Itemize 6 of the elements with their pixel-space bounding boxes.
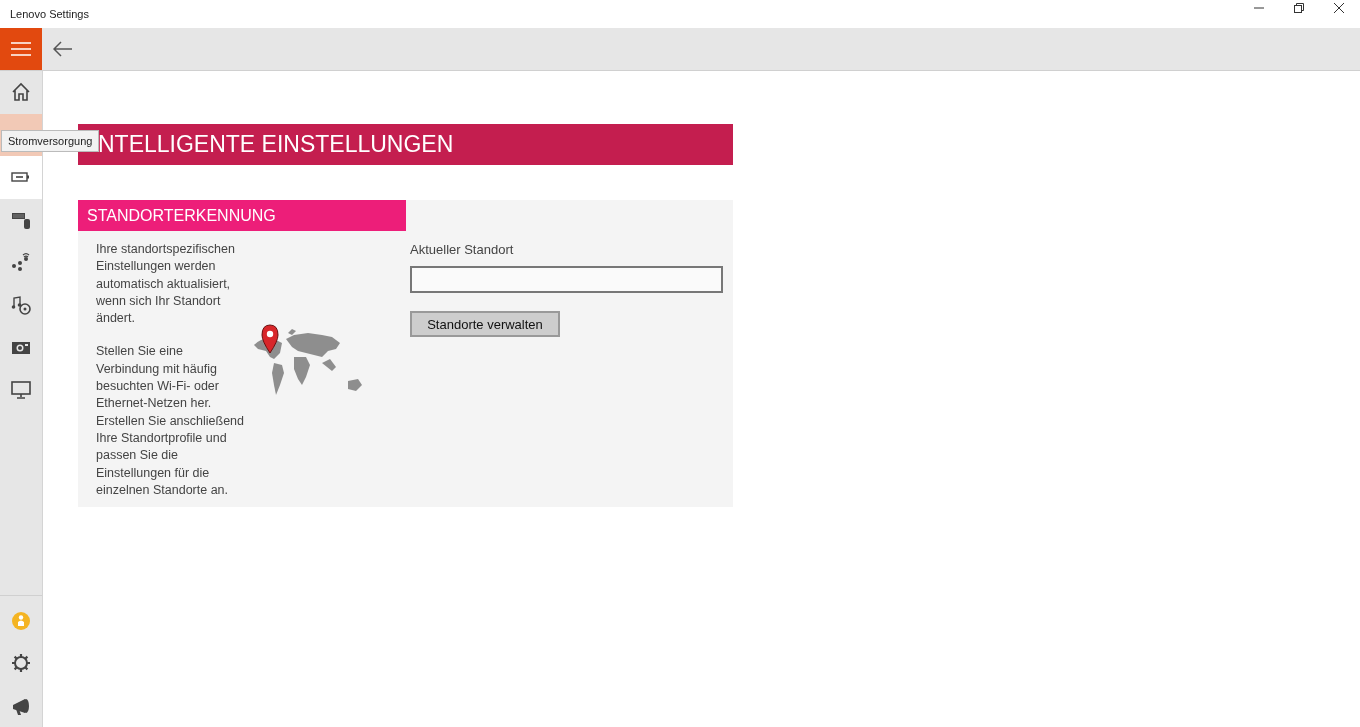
- description-text: Stellen Sie eine Verbindung mit häufig besuchten Wi-Fi- oder Ethernet-Netzen her. Erstellen Sie anschließend Ihre Standortprofile und passen Sie die Einstellungen für die einzelnen Standorte an.: [96, 343, 245, 499]
- tooltip: Stromversorgung: [1, 130, 100, 152]
- field-label: Aktueller Standort: [410, 242, 515, 257]
- window-title: Lenovo Settings: [10, 8, 89, 20]
- section-header: STANDORTERKENNUNG: [78, 200, 406, 231]
- description-text: Ihre standortspezifischen Einstellungen werden automatisch aktualisiert, wenn sich Ihr Standort ändert.: [96, 241, 236, 328]
